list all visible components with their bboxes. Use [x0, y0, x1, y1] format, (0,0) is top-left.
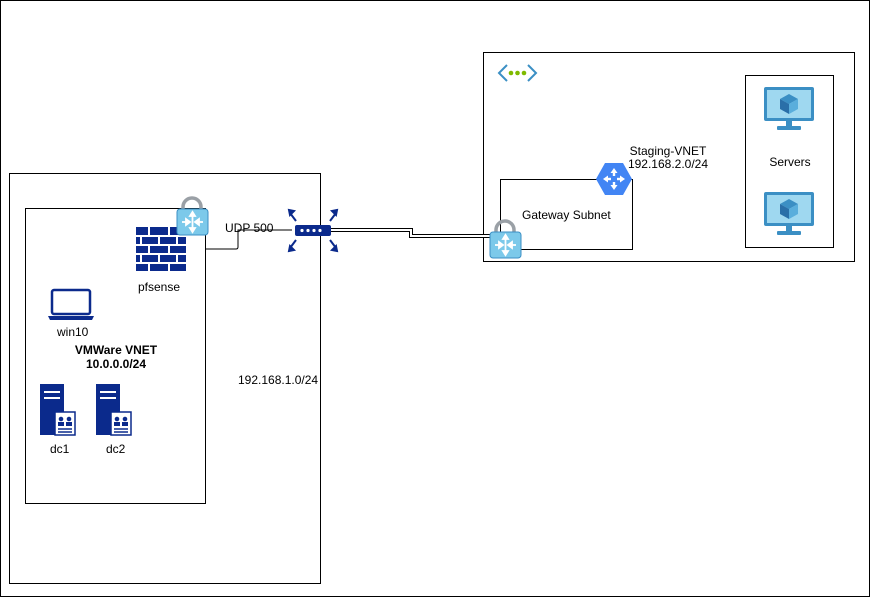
router-icon[interactable] [287, 208, 339, 253]
dc1-label: dc1 [50, 442, 70, 456]
virtual-machine-icon[interactable] [764, 192, 814, 235]
servers-label: Servers [769, 155, 811, 169]
lan-cidr-label: 192.168.1.0/24 [238, 373, 319, 387]
server-tower-icon[interactable] [40, 384, 76, 436]
vmware-vnet-cidr: 10.0.0.0/24 [85, 357, 147, 371]
vmware-vnet-name: VMWare VNET [74, 343, 158, 357]
server-tower-icon[interactable] [96, 384, 132, 436]
router-to-gateway-connector-inner [330, 229, 490, 237]
virtual-network-icon [497, 64, 538, 82]
pfsense-label: pfsense [138, 280, 181, 294]
staging-vnet-cidr: 192.168.2.0/24 [627, 157, 709, 171]
vpn-gateway-lock-icon[interactable] [489, 219, 522, 259]
virtual-machine-icon[interactable] [764, 87, 814, 130]
dc2-label: dc2 [106, 442, 126, 456]
gateway-subnet-label: Gateway Subnet [522, 208, 611, 222]
laptop-icon[interactable] [48, 288, 94, 320]
network-diagram-canvas [0, 0, 870, 597]
staging-vnet-name: Staging-VNET [629, 144, 707, 158]
win10-label: win10 [57, 325, 89, 339]
vpn-gateway-lock-icon[interactable] [176, 196, 209, 236]
udp-port-label: UDP 500 [225, 221, 274, 235]
diagram-border [0, 0, 870, 597]
